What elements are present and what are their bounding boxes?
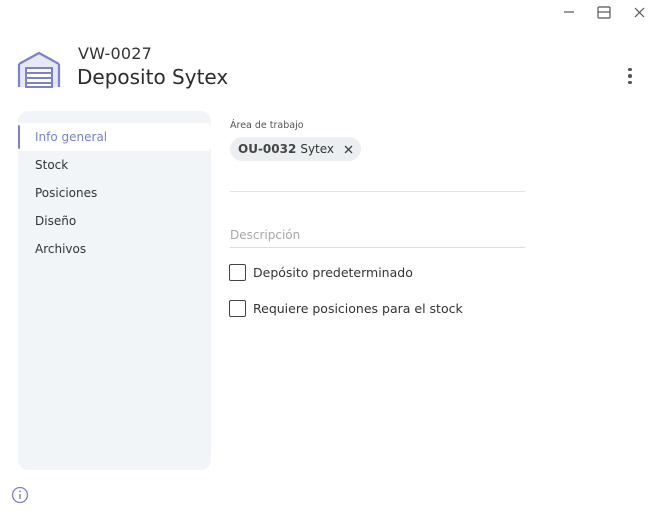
maximize-button[interactable] bbox=[590, 2, 618, 22]
default-warehouse-checkbox-row[interactable]: Depósito predeterminado bbox=[229, 264, 413, 281]
maximize-icon bbox=[597, 5, 611, 19]
sidebar: Info general Stock Posiciones Diseño Arc… bbox=[18, 111, 211, 470]
sidebar-item-diseno[interactable]: Diseño bbox=[18, 207, 211, 235]
minimize-icon bbox=[564, 11, 574, 13]
sidebar-item-stock[interactable]: Stock bbox=[18, 151, 211, 179]
warehouse-icon bbox=[17, 51, 61, 88]
default-warehouse-label: Depósito predeterminado bbox=[253, 265, 413, 280]
default-warehouse-checkbox[interactable] bbox=[229, 264, 246, 281]
info-icon[interactable] bbox=[11, 486, 29, 504]
record-code: VW-0027 bbox=[78, 44, 153, 63]
work-area-field-underline bbox=[230, 191, 525, 192]
work-area-chip[interactable]: OU-0032 Sytex bbox=[230, 137, 362, 161]
close-button[interactable] bbox=[625, 2, 651, 22]
requires-positions-label: Requiere posiciones para el stock bbox=[253, 301, 463, 316]
close-icon bbox=[344, 145, 353, 153]
close-icon bbox=[634, 7, 644, 17]
minimize-button[interactable] bbox=[555, 2, 583, 22]
requires-positions-checkbox[interactable] bbox=[229, 300, 246, 317]
sidebar-nav: Info general Stock Posiciones Diseño Arc… bbox=[18, 111, 211, 263]
requires-positions-checkbox-row[interactable]: Requiere posiciones para el stock bbox=[229, 300, 463, 317]
sidebar-item-info-general[interactable]: Info general bbox=[18, 123, 211, 151]
sidebar-item-posiciones[interactable]: Posiciones bbox=[18, 179, 211, 207]
description-underline bbox=[230, 247, 525, 248]
sidebar-item-archivos[interactable]: Archivos bbox=[18, 235, 211, 263]
chip-name: Sytex bbox=[300, 142, 335, 156]
remove-chip-button[interactable] bbox=[344, 145, 353, 154]
work-area-label: Área de trabajo bbox=[230, 120, 304, 131]
page-title: Deposito Sytex bbox=[77, 65, 229, 89]
description-input[interactable]: Descripción bbox=[230, 228, 300, 242]
kebab-menu-icon[interactable] bbox=[620, 64, 640, 88]
app-window: VW-0027 Deposito Sytex Info general Stoc… bbox=[0, 0, 651, 522]
chip-code: OU-0032 bbox=[238, 142, 297, 156]
